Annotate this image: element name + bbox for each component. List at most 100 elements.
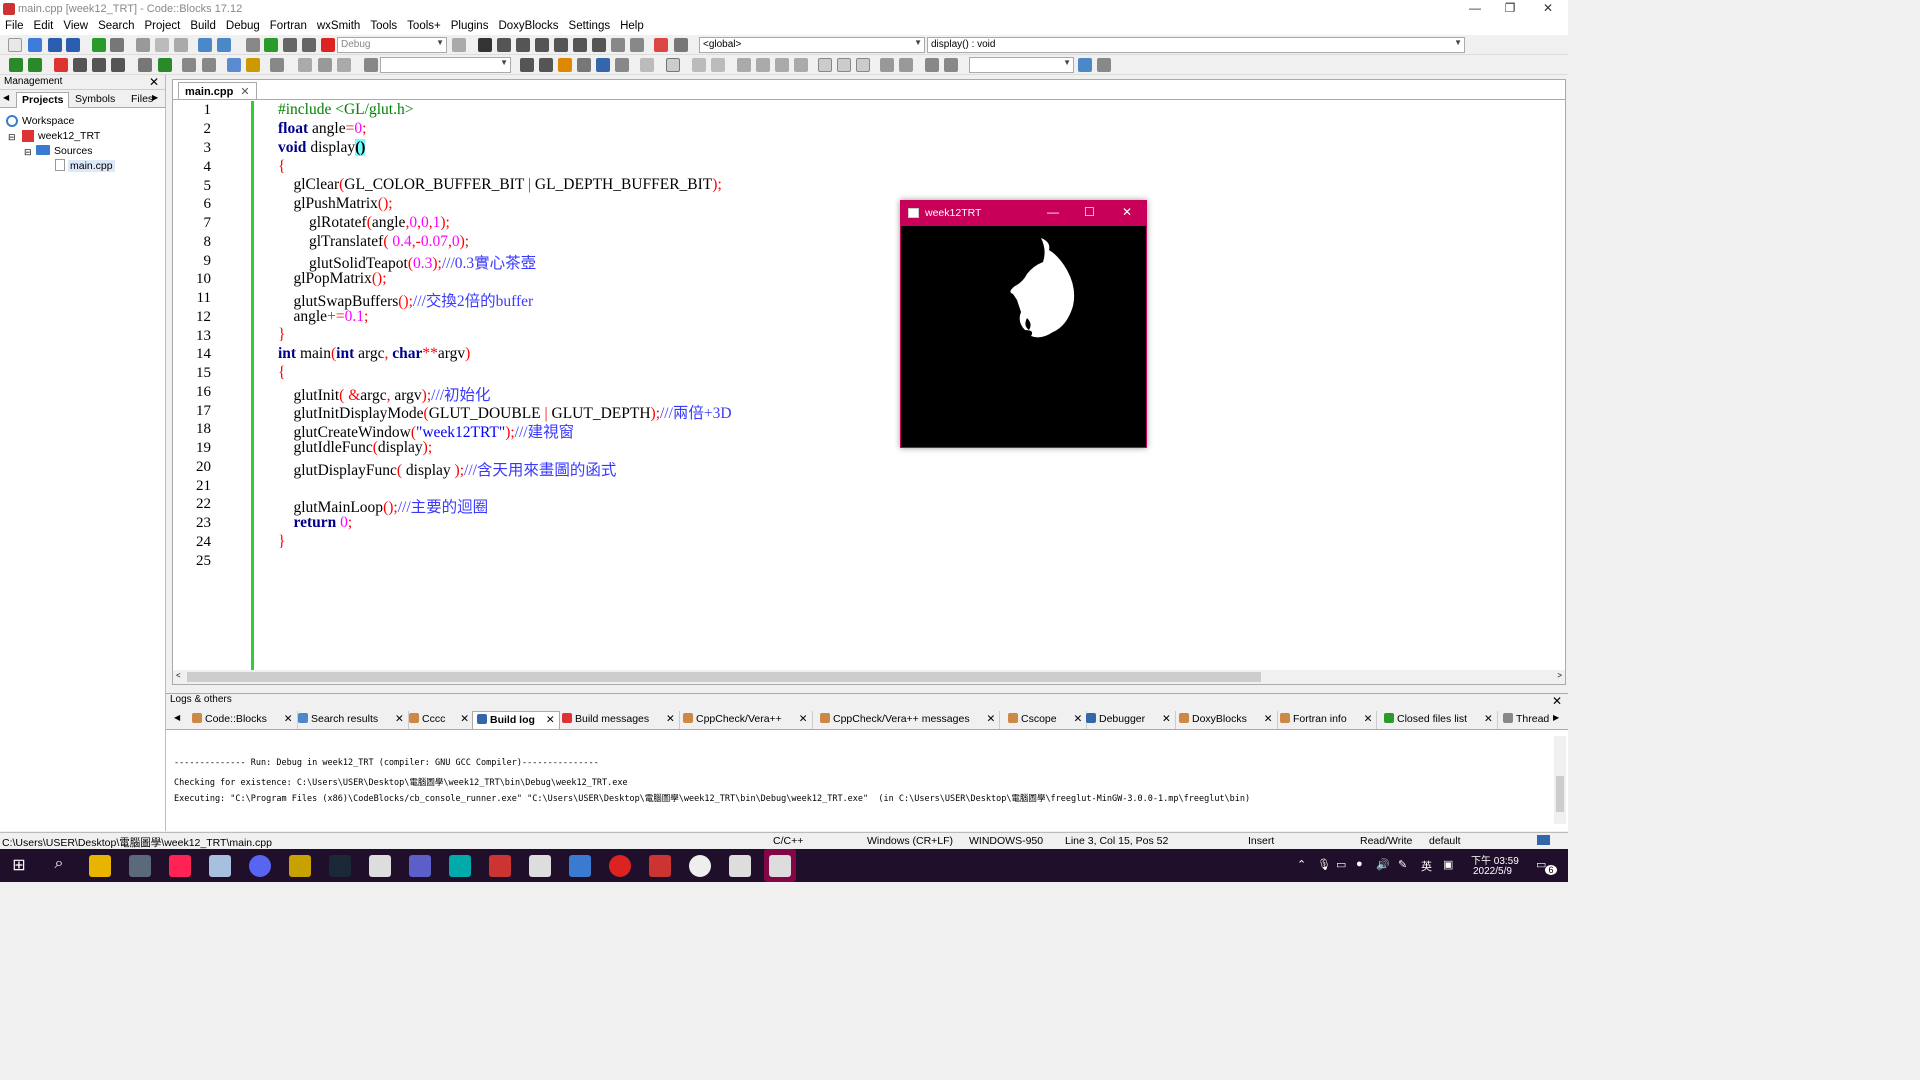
doxy-wizard-icon[interactable] xyxy=(227,58,241,72)
menu-tools[interactable]: Tools xyxy=(365,19,402,33)
code-completion-icon[interactable] xyxy=(138,58,152,72)
symbol-search-input[interactable]: ▼ xyxy=(969,57,1074,73)
doxy-help-icon[interactable] xyxy=(246,58,260,72)
build-and-run-icon[interactable] xyxy=(283,38,297,52)
wx-static-icon[interactable] xyxy=(711,58,725,72)
tab-close-icon[interactable]: ✕ xyxy=(987,713,996,725)
tab-symbols[interactable]: Symbols xyxy=(70,92,120,108)
menu-search[interactable]: Search xyxy=(93,19,139,33)
tab-close-icon[interactable]: ✕ xyxy=(799,713,808,725)
app-icon[interactable] xyxy=(209,855,231,877)
close-icon[interactable]: ✕ xyxy=(149,75,159,89)
last-icon[interactable] xyxy=(337,58,351,72)
menu-settings[interactable]: Settings xyxy=(564,19,616,33)
build-log-content[interactable]: -------------- Run: Debug in week12_TRT … xyxy=(166,730,1568,830)
menu-plugins[interactable]: Plugins xyxy=(446,19,494,33)
menu-edit[interactable]: Edit xyxy=(29,19,59,33)
tree-project[interactable]: week12_TRT xyxy=(38,130,100,142)
next-line-icon[interactable] xyxy=(516,38,530,52)
console-icon[interactable] xyxy=(729,855,751,877)
comment-block-icon[interactable] xyxy=(182,58,196,72)
wx-box4-icon[interactable] xyxy=(794,58,808,72)
step-out-icon[interactable] xyxy=(554,38,568,52)
run-icon[interactable] xyxy=(264,38,278,52)
menu-view[interactable]: View xyxy=(58,19,93,33)
editor-tab-main[interactable]: main.cpp ✕ xyxy=(178,82,257,99)
wx-box3-icon[interactable] xyxy=(775,58,789,72)
scrollbar-thumb[interactable] xyxy=(1556,776,1564,812)
app-icon[interactable] xyxy=(489,855,511,877)
clock-date[interactable]: 2022/5/9 xyxy=(1473,866,1512,877)
app-icon[interactable] xyxy=(609,855,631,877)
tab-scroll-left-icon[interactable]: ◀ xyxy=(3,93,9,102)
tree-collapse-icon[interactable]: ⊟ xyxy=(8,132,16,143)
search-prev-icon[interactable] xyxy=(520,58,534,72)
redo-icon[interactable] xyxy=(110,38,124,52)
toggle-bookmark-icon[interactable] xyxy=(54,58,68,72)
zoom-out-icon[interactable] xyxy=(899,58,913,72)
build-target-select[interactable]: Debug ▼ xyxy=(337,37,447,53)
tab-close-icon[interactable]: ✕ xyxy=(395,713,404,725)
tab-close-icon[interactable]: ✕ xyxy=(1264,713,1273,725)
microphone-icon[interactable]: 🎙 xyxy=(1317,858,1331,871)
menu-wxsmith[interactable]: wxSmith xyxy=(312,19,365,33)
next-instruction-icon[interactable] xyxy=(573,38,587,52)
windows-start-icon[interactable]: ⊞ xyxy=(8,855,30,877)
wx-image-icon[interactable] xyxy=(692,58,706,72)
step-instruction-icon[interactable] xyxy=(592,38,606,52)
tab-codeblocks[interactable]: Code::Blocks ✕ xyxy=(188,711,298,729)
stop-debug-icon[interactable] xyxy=(630,38,644,52)
open-icon[interactable] xyxy=(28,38,42,52)
vertical-scrollbar[interactable] xyxy=(1554,736,1566,824)
rebuild-icon[interactable] xyxy=(302,38,316,52)
tab-debugger[interactable]: Debugger ✕ xyxy=(1082,711,1176,729)
use-regex-icon[interactable] xyxy=(615,58,629,72)
step-into-icon[interactable] xyxy=(535,38,549,52)
tab-projects[interactable]: Projects xyxy=(16,92,70,108)
scrollbar-thumb[interactable] xyxy=(187,672,1261,682)
tab-closed-files[interactable]: Closed files list ✕ xyxy=(1380,711,1498,729)
photos-icon[interactable] xyxy=(569,855,591,877)
app-icon[interactable] xyxy=(129,855,151,877)
first-icon[interactable] xyxy=(298,58,312,72)
tab-close-icon[interactable]: ✕ xyxy=(284,713,293,725)
app-icon[interactable] xyxy=(369,855,391,877)
cut-icon[interactable] xyxy=(136,38,150,52)
menu-debug[interactable]: Debug xyxy=(221,19,265,33)
tab-close-icon[interactable]: ✕ xyxy=(240,86,249,98)
app-icon[interactable] xyxy=(689,855,711,877)
minimize-button[interactable]: — xyxy=(1455,0,1495,19)
copy-icon[interactable] xyxy=(155,38,169,52)
network-icon[interactable]: ▭ xyxy=(1336,858,1346,871)
maya-icon[interactable] xyxy=(449,855,471,877)
restore-button[interactable]: ❐ xyxy=(1490,0,1530,19)
menu-project[interactable]: Project xyxy=(140,19,186,33)
wx-panel-icon[interactable] xyxy=(666,58,680,72)
tab-doxyblocks[interactable]: DoxyBlocks ✕ xyxy=(1175,711,1278,729)
wx-box2-icon[interactable] xyxy=(756,58,770,72)
search-next-icon[interactable] xyxy=(539,58,553,72)
tab-close-icon[interactable]: ✕ xyxy=(1162,713,1171,725)
clear-bookmarks-icon[interactable] xyxy=(111,58,125,72)
clock-time[interactable]: 下午 03:59 xyxy=(1471,852,1519,867)
scope-select[interactable]: <global> ▼ xyxy=(699,37,925,53)
tree-file-main[interactable]: main.cpp xyxy=(68,160,115,172)
tab-close-icon[interactable]: ✕ xyxy=(1364,713,1373,725)
glut-title-bar[interactable]: week12TRT — ☐ ✕ xyxy=(901,201,1146,226)
save-all-icon[interactable] xyxy=(66,38,80,52)
app-icon[interactable] xyxy=(289,855,311,877)
zoom-in-icon[interactable] xyxy=(880,58,894,72)
menu-doxyblocks[interactable]: DoxyBlocks xyxy=(493,19,563,33)
tray-chevron-icon[interactable]: ⌃ xyxy=(1297,858,1306,871)
menu-help[interactable]: Help xyxy=(615,19,649,33)
show-target-icon[interactable] xyxy=(452,38,466,52)
horizontal-scrollbar[interactable]: < > xyxy=(173,670,1565,684)
tab-close-icon[interactable]: ✕ xyxy=(1484,713,1493,725)
tab-cccc[interactable]: Cccc ✕ xyxy=(405,711,475,729)
tab-cppcheck[interactable]: CppCheck/Vera++ ✕ xyxy=(679,711,813,729)
replace-icon[interactable] xyxy=(217,38,231,52)
tree-workspace[interactable]: Workspace xyxy=(22,115,74,127)
menu-tools-plus[interactable]: Tools+ xyxy=(402,19,446,33)
close-button[interactable]: ✕ xyxy=(1528,0,1568,19)
tab-close-icon[interactable]: ✕ xyxy=(546,714,555,726)
